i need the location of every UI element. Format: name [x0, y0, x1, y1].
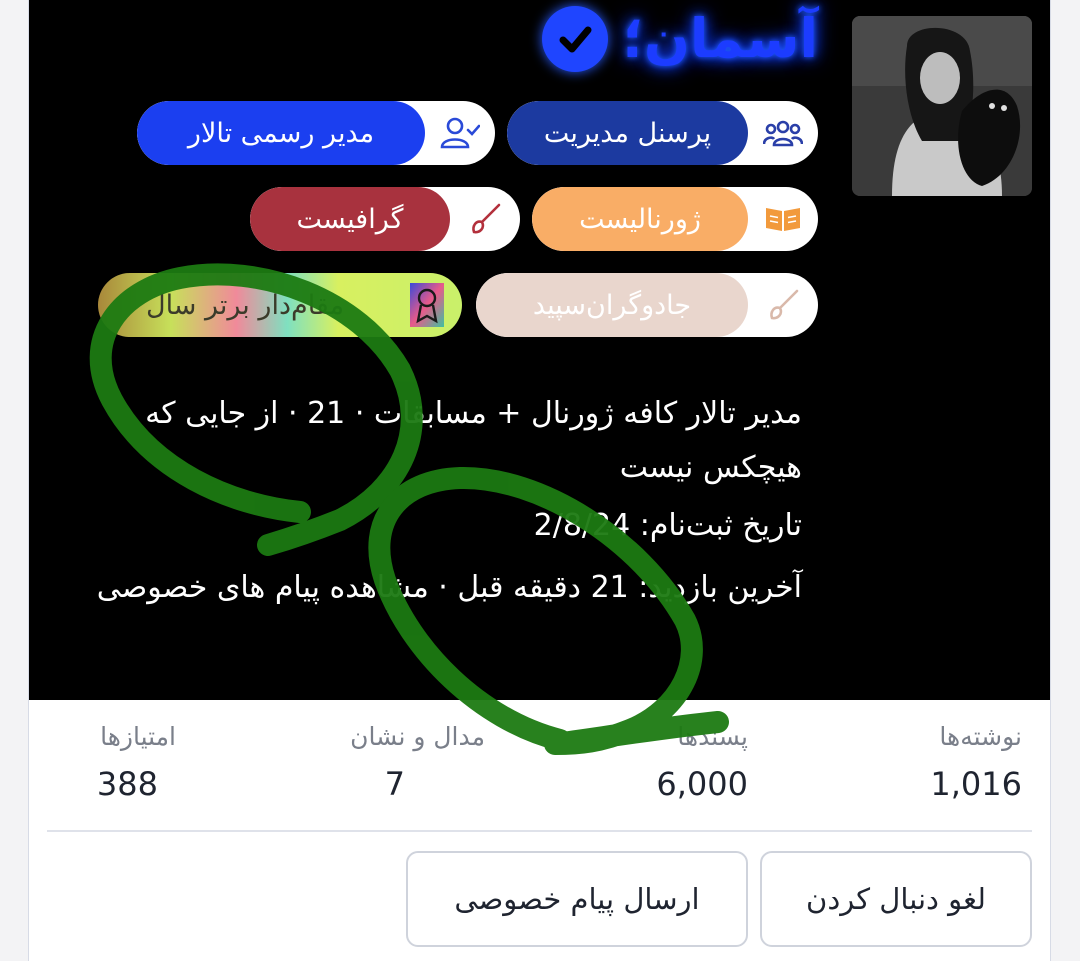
badge-top-rank-of-year[interactable]: مقام‌دار برتر سال: [98, 273, 462, 337]
profile-header: آسمان؛ پرسنل مدیریت مدیر رسمی تالار ژورن…: [29, 0, 1050, 700]
registration-date: تاریخ ثبت‌نام: 2/8/24: [533, 508, 802, 543]
badge-graphic-designer[interactable]: گرافیست: [250, 187, 520, 251]
user-check-icon: [425, 101, 495, 165]
badge-label: مدیر رسمی تالار: [137, 101, 425, 165]
badge-label: جادوگران‌سپید: [476, 273, 748, 337]
send-private-message-button[interactable]: ارسال پیام خصوصی: [406, 851, 748, 947]
stat-likes[interactable]: پسندها 6,000: [548, 722, 748, 803]
badge-management-staff[interactable]: پرسنل مدیریت: [507, 101, 818, 165]
badge-label: مقام‌دار برتر سال: [145, 289, 345, 321]
stat-value: 6,000: [656, 765, 748, 803]
stat-label: پسندها: [677, 722, 748, 751]
verified-icon: [542, 6, 609, 72]
username: آسمان؛: [622, 7, 818, 70]
users-icon: [748, 101, 818, 165]
badge-official-forum-moderator[interactable]: مدیر رسمی تالار: [137, 101, 495, 165]
badge-journalist[interactable]: ژورنالیست: [532, 187, 818, 251]
avatar-image: [852, 16, 1032, 196]
wand-icon: [748, 273, 818, 337]
bio-description: مدیر تالار کافه ژورنال + مسابقات · 21 · …: [145, 396, 802, 485]
last-seen: آخرین بازدید: 21 دقیقه قبل · مشاهده پیام…: [96, 570, 802, 605]
stat-label: نوشته‌ها: [939, 722, 1022, 751]
badge-white-wizards[interactable]: جادوگران‌سپید: [476, 273, 818, 337]
divider: [47, 830, 1032, 832]
avatar[interactable]: [852, 16, 1032, 196]
stat-points[interactable]: امتیازها 388: [29, 722, 176, 803]
stat-label: مدال و نشان: [350, 722, 485, 751]
stat-value: 1,016: [930, 765, 1022, 803]
stat-value: 388: [96, 765, 158, 803]
badge-label: ژورنالیست: [532, 187, 748, 251]
badge-label: گرافیست: [250, 187, 450, 251]
username-row: آسمان؛: [542, 0, 818, 78]
stat-medals[interactable]: مدال و نشان 7: [285, 722, 485, 803]
stat-label: امتیازها: [100, 722, 176, 751]
stat-posts[interactable]: نوشته‌ها 1,016: [822, 722, 1022, 803]
book-open-icon: [748, 187, 818, 251]
badge-label: پرسنل مدیریت: [507, 101, 748, 165]
brush-icon: [450, 187, 520, 251]
unfollow-button[interactable]: لغو دنبال کردن: [760, 851, 1032, 947]
stat-value: 7: [384, 765, 405, 803]
profile-stats: نوشته‌ها 1,016 پسندها 6,000 مدال و نشان …: [29, 702, 1050, 832]
award-icon: [392, 273, 462, 337]
profile-card: آسمان؛ پرسنل مدیریت مدیر رسمی تالار ژورن…: [28, 0, 1051, 961]
